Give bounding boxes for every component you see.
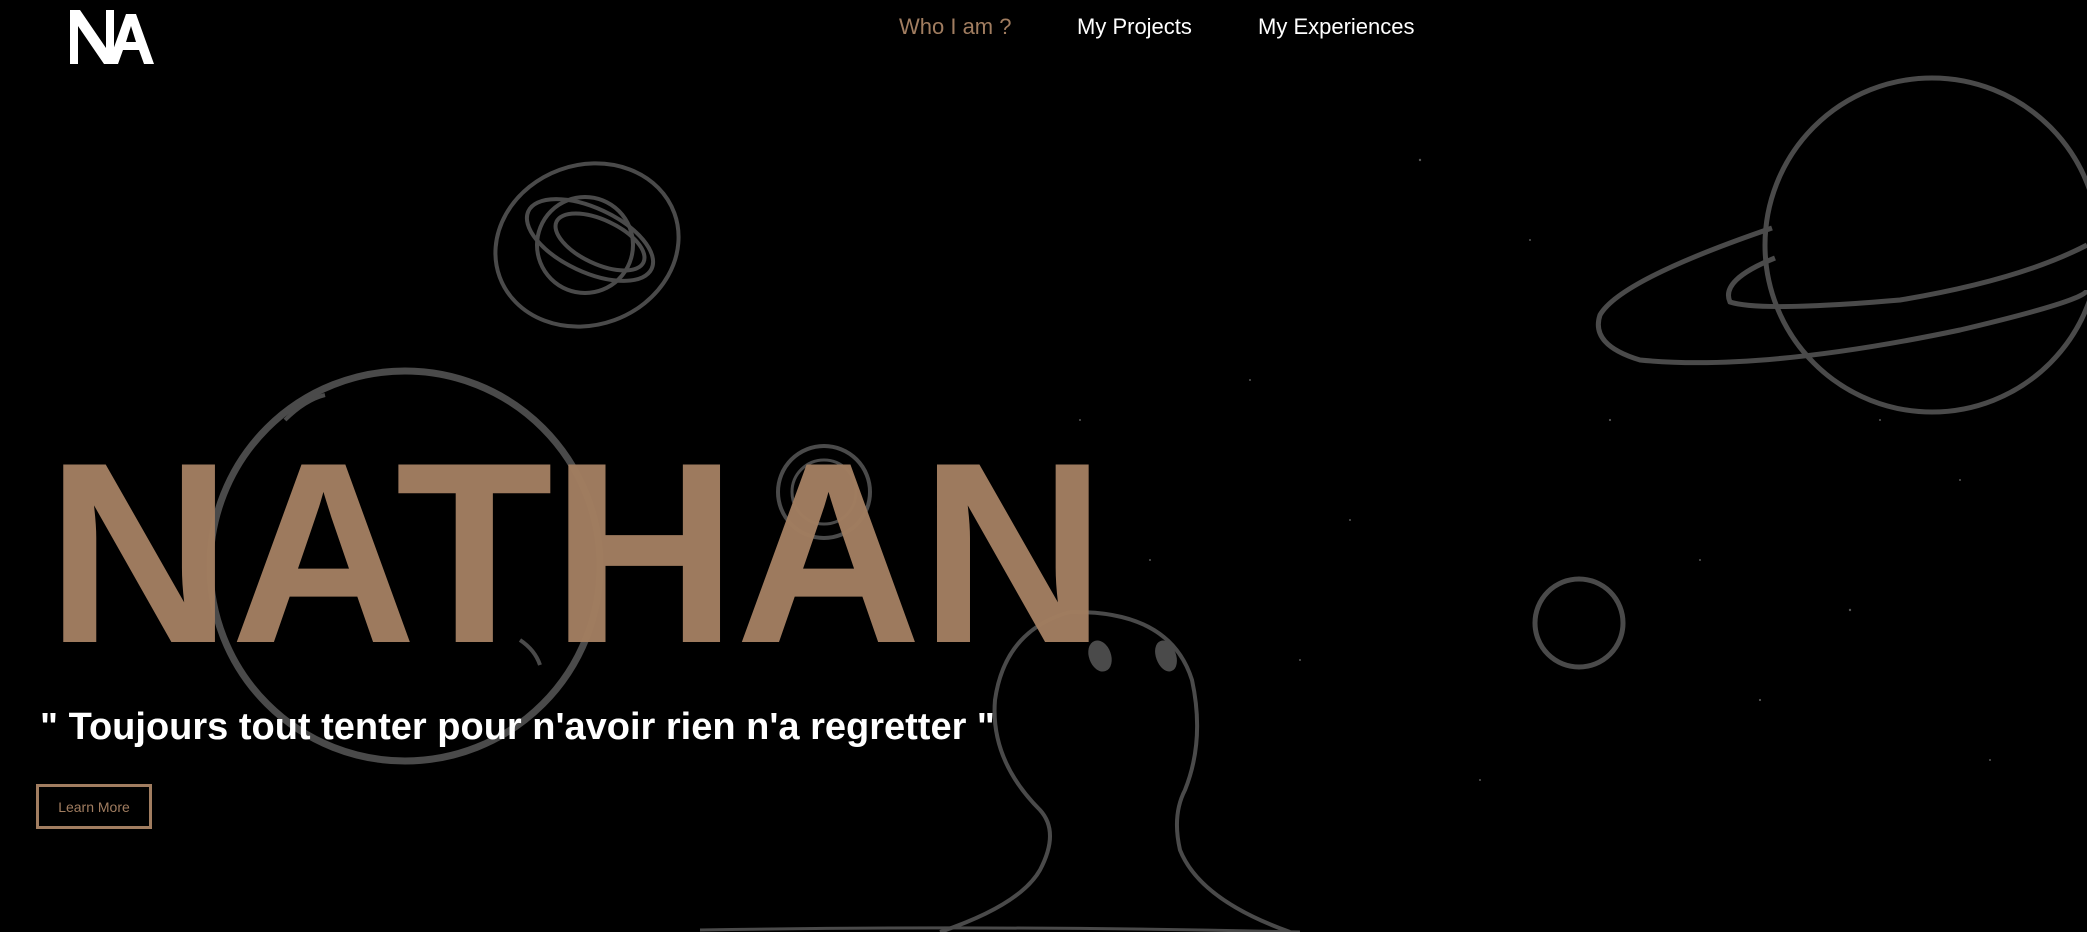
ringed-planet-icon <box>1596 75 2087 415</box>
learn-more-button[interactable]: Learn More <box>36 784 152 829</box>
ringed-planet-icon <box>493 161 681 329</box>
hero-name: NATHAN <box>46 408 1106 697</box>
nav-link-who-i-am[interactable]: Who I am ? <box>899 14 1011 40</box>
moon-icon <box>1532 576 1626 670</box>
stars <box>1079 158 1991 781</box>
nav-link-my-projects[interactable]: My Projects <box>1077 14 1192 40</box>
nav-link-my-experiences[interactable]: My Experiences <box>1258 14 1415 40</box>
hero-quote: " Toujours tout tenter pour n'avoir rien… <box>40 706 995 748</box>
main-nav: Who I am ? My Projects My Experiences <box>0 14 2087 44</box>
